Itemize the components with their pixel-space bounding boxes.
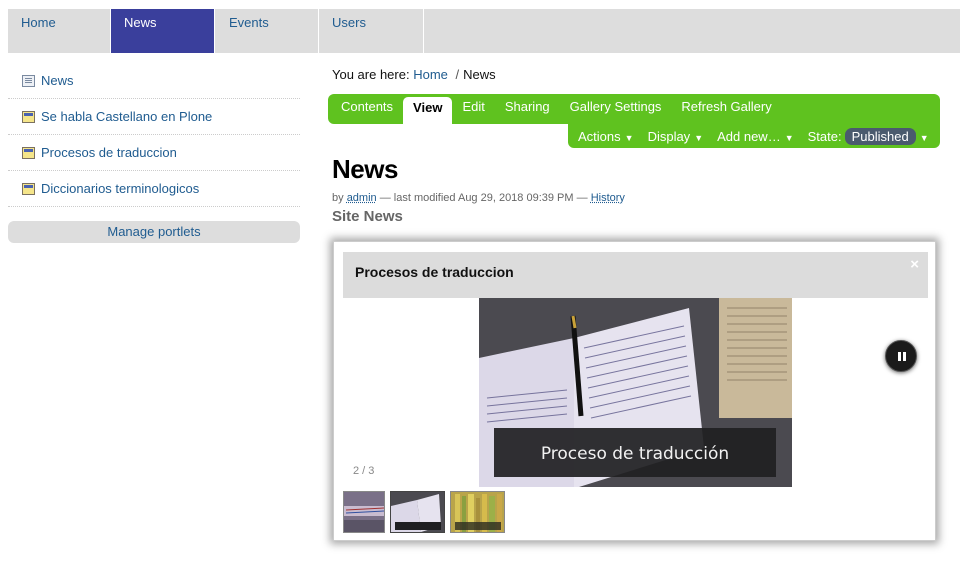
display-menu-label: Display <box>647 128 691 144</box>
status-badge: Published <box>844 127 916 145</box>
actions-menu[interactable]: Actions ▼ <box>578 129 634 144</box>
page-title: News <box>332 154 398 184</box>
breadcrumb: You are here: Home / News <box>332 67 496 82</box>
gallery-lightbox: Procesos de traduccion × Proceso de trad… <box>333 241 936 541</box>
sidebar-item-castellano[interactable]: Se habla Castellano en Plone <box>8 99 300 135</box>
author-link[interactable]: admin <box>347 192 377 204</box>
dropdown-arrow-icon: ▼ <box>624 132 634 143</box>
gallery-header: Procesos de traduccion × <box>343 252 928 298</box>
news-folder-icon <box>22 74 35 87</box>
breadcrumb-home-link[interactable]: Home <box>413 67 448 82</box>
tab-users[interactable]: Users <box>319 9 424 53</box>
thumbnail-strip <box>343 491 510 533</box>
sidebar-item-label: Se habla Castellano en Plone <box>41 109 213 124</box>
edit-bar: Contents View Edit Sharing Gallery Setti… <box>328 94 940 124</box>
sidebar-item-label: News <box>41 73 74 88</box>
document-byline: by admin — last modified Aug 29, 2018 09… <box>332 192 625 204</box>
byline-modified: — last modified Aug 29, 2018 09:39 PM — <box>379 192 588 204</box>
sidebar-item-news[interactable]: News <box>8 63 300 99</box>
tab-events[interactable]: Events <box>216 9 319 53</box>
content-menu-bar: Actions ▼ Display ▼ Add new… ▼ State: Publis… <box>568 124 940 148</box>
state-label: State: <box>807 128 842 144</box>
sidebar-item-procesos[interactable]: Procesos de traduccion <box>8 135 300 171</box>
sidebar-portlet: News Se habla Castellano en Plone Proces… <box>8 63 300 243</box>
sidebar-item-diccionarios[interactable]: Diccionarios terminologicos <box>8 171 300 207</box>
thumbnail-image <box>391 492 444 532</box>
tab-gallery-settings[interactable]: Gallery Settings <box>560 98 672 124</box>
thumbnail-1[interactable] <box>343 491 385 533</box>
manage-portlets-button[interactable]: Manage portlets <box>8 221 300 243</box>
add-new-menu-label: Add new… <box>717 128 781 144</box>
breadcrumb-separator: / <box>455 67 460 82</box>
tab-view[interactable]: View <box>403 97 453 124</box>
image-caption: Proceso de traducción <box>541 444 729 464</box>
slide-counter: 2 / 3 <box>353 465 375 477</box>
notebook-photo: Proceso de traducción <box>479 298 792 487</box>
thumbnail-3[interactable] <box>450 491 505 533</box>
dropdown-arrow-icon: ▼ <box>784 132 794 143</box>
dropdown-arrow-icon: ▼ <box>694 132 704 143</box>
gallery-image[interactable]: Proceso de traducción <box>479 298 792 487</box>
tab-edit[interactable]: Edit <box>452 98 494 124</box>
page-icon <box>22 110 35 123</box>
history-link[interactable]: History <box>591 192 625 204</box>
top-navigation: Home News Events Users <box>8 9 960 53</box>
page-icon <box>22 182 35 195</box>
sidebar-item-label: Diccionarios terminologicos <box>41 181 200 196</box>
state-menu[interactable]: State: Published ▼ <box>807 127 929 145</box>
pause-button[interactable] <box>885 340 917 372</box>
tab-news[interactable]: News <box>111 9 215 53</box>
display-menu[interactable]: Display ▼ <box>648 129 704 144</box>
thumbnail-image <box>451 492 504 532</box>
dropdown-arrow-icon: ▼ <box>919 132 929 143</box>
breadcrumb-current: News <box>463 67 496 82</box>
tab-home[interactable]: Home <box>8 9 111 53</box>
breadcrumb-prefix: You are here: <box>332 67 410 82</box>
thumbnail-image <box>344 492 384 532</box>
page-icon <box>22 146 35 159</box>
gallery-title: Procesos de traduccion <box>355 264 514 280</box>
page-description: Site News <box>332 208 403 225</box>
tab-refresh-gallery[interactable]: Refresh Gallery <box>671 98 781 124</box>
thumbnail-2[interactable] <box>390 491 445 533</box>
actions-menu-label: Actions <box>578 128 621 144</box>
sidebar-item-label: Procesos de traduccion <box>41 145 177 160</box>
tab-sharing[interactable]: Sharing <box>495 98 560 124</box>
close-icon[interactable]: × <box>910 256 919 273</box>
add-new-menu[interactable]: Add new… ▼ <box>717 129 794 144</box>
byline-by: by <box>332 192 344 204</box>
tab-contents[interactable]: Contents <box>331 98 403 124</box>
